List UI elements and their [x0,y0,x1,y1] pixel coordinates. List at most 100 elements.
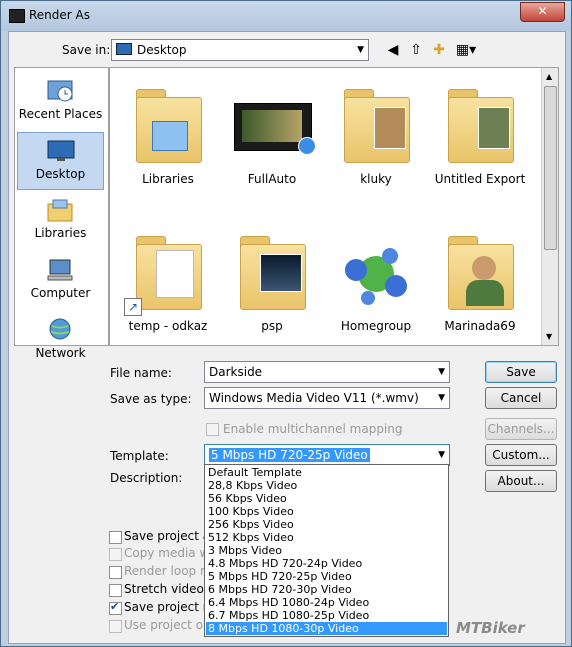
app-icon [9,9,25,23]
network-icon [49,318,71,340]
place-label: Recent Places [18,107,103,121]
place-desktop[interactable]: Desktop [17,132,104,190]
file-label: FullAuto [247,172,297,186]
title-bar[interactable]: Render As ✕ [1,1,571,31]
file-name-value: Darkside [209,365,263,379]
description-label: Description: [110,471,183,485]
save-as-type-value: Windows Media Video V11 (*.wmv) [209,391,419,405]
scroll-up-icon[interactable]: ▲ [546,72,552,81]
template-option-highlighted[interactable]: 8 Mbps HD 1080-30p Video [206,622,447,635]
template-dropdown-list: Default Template 28,8 Kbps Video 56 Kbps… [204,464,449,637]
chevron-down-icon: ▼ [357,45,364,55]
file-item-libraries[interactable]: Libraries [116,71,220,196]
file-label: Libraries [142,172,194,186]
place-libraries[interactable]: Libraries [17,192,104,250]
homegroup-icon [345,248,407,305]
template-option[interactable]: 56 Kbps Video [206,492,447,505]
folder-icon [338,77,414,167]
multichannel-label: Enable multichannel mapping [223,422,403,436]
save-project-path-checkbox[interactable] [109,531,122,544]
file-label: Homegroup [340,319,412,333]
multichannel-checkbox[interactable] [206,423,219,436]
user-folder-icon [442,224,518,314]
template-option[interactable]: 512 Kbps Video [206,531,447,544]
place-computer[interactable]: Computer [17,252,104,310]
save-in-combo[interactable]: Desktop ▼ [111,39,369,61]
scroll-down-icon[interactable]: ▼ [546,332,552,341]
computer-icon [47,259,73,281]
custom-button[interactable]: Custom... [485,444,557,466]
file-item-untitled-export[interactable]: Untitled Export [428,71,532,196]
save-in-label: Save in: [62,43,111,57]
template-value: 5 Mbps HD 720-25p Video [209,448,370,462]
libraries-icon [47,199,73,222]
place-recent-places[interactable]: Recent Places [17,73,104,131]
template-option[interactable]: 6.4 Mbps HD 1080-24p Video [206,596,447,609]
file-label: Marinada69 [444,319,516,333]
template-option[interactable]: 100 Kbps Video [206,505,447,518]
file-label: temp - odkaz [128,319,208,333]
template-option[interactable]: 6 Mbps HD 720-30p Video [206,583,447,596]
copy-media-checkbox[interactable] [109,548,122,561]
up-folder-icon[interactable]: ⇧ [407,41,425,59]
scroll-thumb[interactable] [544,86,557,250]
place-network[interactable]: Network [17,312,104,370]
file-label: psp [261,319,283,333]
save-project-markers-checkbox[interactable] [109,600,122,615]
save-as-type-label: Save as type: [110,392,192,406]
file-item-temp-odkaz[interactable]: ↗ temp - odkaz [116,218,220,343]
libraries-folder-icon [130,77,206,167]
save-in-value: Desktop [137,43,187,57]
chevron-down-icon: ▼ [438,450,445,460]
folder-icon [442,77,518,167]
template-option[interactable]: 5 Mbps HD 720-25p Video [206,570,447,583]
place-label: Computer [30,286,91,300]
folder-icon [234,224,310,314]
places-bar: Recent Places Desktop Libraries Computer… [14,67,109,360]
file-label: Untitled Export [434,172,526,186]
place-label: Libraries [34,226,87,240]
folder-shortcut-icon: ↗ [124,224,206,316]
template-option[interactable]: 4.8 Mbps HD 720-24p Video [206,557,447,570]
template-option[interactable]: 256 Kbps Video [206,518,447,531]
place-label: Desktop [35,167,86,181]
template-option[interactable]: Default Template [206,466,447,479]
new-folder-icon[interactable]: ✚ [430,41,448,59]
render-as-window: Render As ✕ Save in: Desktop ▼ ◀ ⇧ ✚ ▦▾ … [0,0,572,647]
file-name-field[interactable]: Darkside ▼ [204,361,450,383]
desktop-icon [47,140,75,161]
template-option[interactable]: 28,8 Kbps Video [206,479,447,492]
template-label: Template: [110,449,169,463]
template-option[interactable]: 6.7 Mbps HD 1080-25p Video [206,609,447,622]
view-menu-icon[interactable]: ▦▾ [453,41,479,59]
save-as-type-select[interactable]: Windows Media Video V11 (*.wmv) ▼ [204,387,450,409]
dialog-body: Save in: Desktop ▼ ◀ ⇧ ✚ ▦▾ Recent Place… [8,31,566,644]
watermark-logo: MTBiker [456,619,525,637]
template-option[interactable]: 3 Mbps Video [206,544,447,557]
file-list: Libraries FullAuto kluky Untitled Export… [109,67,559,346]
desktop-icon [116,43,132,55]
chevron-down-icon: ▼ [438,367,445,377]
file-item-homegroup[interactable]: Homegroup [324,218,428,343]
stretch-video-checkbox[interactable] [109,584,122,597]
file-list-scrollbar[interactable]: ▲ ▼ [541,68,558,345]
template-select[interactable]: 5 Mbps HD 720-25p Video ▼ [204,444,450,466]
file-name-label: File name: [110,366,172,380]
video-file-icon [234,77,316,167]
place-label: Network [35,346,86,360]
render-loop-region-checkbox[interactable] [109,566,122,579]
file-item-marinada69[interactable]: Marinada69 [428,218,532,343]
cancel-button[interactable]: Cancel [485,387,557,409]
file-item-psp[interactable]: psp [220,218,324,343]
channels-button[interactable]: Channels... [485,418,557,440]
recent-places-icon [47,80,73,102]
file-item-kluky[interactable]: kluky [324,71,428,196]
window-title: Render As [29,8,90,22]
close-button[interactable]: ✕ [520,2,565,22]
use-project-output-checkbox[interactable] [109,620,122,633]
back-icon[interactable]: ◀ [384,41,402,59]
file-item-fullauto[interactable]: FullAuto [220,71,324,196]
about-button[interactable]: About... [485,470,557,492]
save-button[interactable]: Save [485,361,557,383]
chevron-down-icon: ▼ [438,393,445,403]
